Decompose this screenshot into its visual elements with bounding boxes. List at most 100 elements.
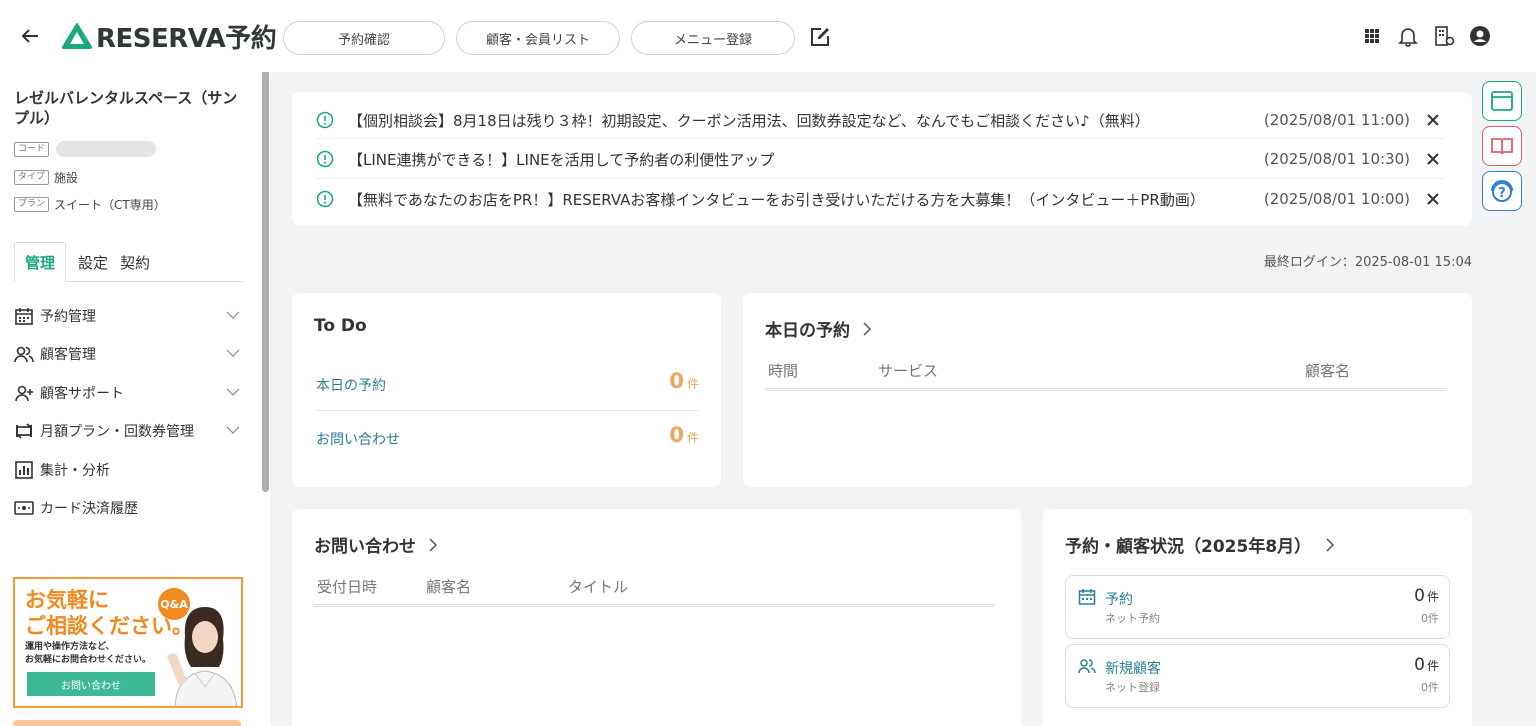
col-title: タイトル: [568, 578, 629, 596]
consultation-banner[interactable]: お気軽に ご相談ください。 Q&A 運用や操作方法など、 お気軽にお問合わせくだ…: [13, 577, 243, 708]
float-browser-button[interactable]: [1482, 81, 1522, 121]
stat-count: 0件: [1414, 586, 1439, 606]
banner-contact-button[interactable]: お問い合わせ: [27, 672, 155, 696]
todo-label[interactable]: 本日の予約: [316, 375, 386, 395]
user-plus-icon: [15, 385, 33, 402]
table-header-divider: [314, 604, 994, 607]
calendar-icon: [1078, 589, 1096, 605]
notice-date: (2025/08/01 11:00): [1263, 111, 1410, 129]
sidebar-item-card-payments[interactable]: カード決済履歴: [14, 493, 246, 523]
tab-manage[interactable]: 管理: [14, 242, 67, 282]
inquiry-card: お問い合わせ 受付日時 顧客名 タイトル: [292, 509, 1021, 726]
sidebar-item-label: 予約管理: [40, 309, 96, 325]
chevron-down-icon: [226, 388, 240, 396]
top-header: RESERVA予約 予約確認 顧客・会員リスト メニュー登録: [0, 0, 1536, 72]
col-customer: 顧客名: [1305, 362, 1351, 380]
sidebar-scrollbar[interactable]: [262, 70, 269, 492]
browser-window-icon: [1491, 91, 1513, 111]
banner-sub2: お気軽にお問合わせください。: [25, 655, 152, 665]
users-icon: [1078, 659, 1096, 674]
chevron-down-icon: [226, 349, 240, 357]
svg-text:?: ?: [1498, 186, 1506, 201]
todo-count-unit: 件: [686, 377, 699, 391]
float-manual-button[interactable]: [1482, 126, 1522, 166]
todo-count-value: 0: [669, 369, 684, 393]
sidebar-item-subscription-management[interactable]: 月額プラン・回数券管理: [14, 416, 246, 446]
sidebar-item-customer-support[interactable]: 顧客サポート: [14, 378, 246, 408]
stat-count-value: 0: [1414, 586, 1425, 606]
stat-count-value: 0: [1414, 655, 1425, 675]
notice-text[interactable]: 【LINE連携ができる！】LINEを活用して予約者の利便性アップ: [348, 149, 774, 170]
col-time: 時間: [768, 362, 799, 380]
back-arrow-icon[interactable]: [18, 24, 42, 48]
close-icon[interactable]: [1426, 152, 1440, 166]
todo-card: To Do 本日の予約 0件 お問い合わせ 0件: [292, 293, 721, 487]
today-title: 本日の予約: [765, 321, 850, 341]
logo-triangle-icon: [62, 23, 92, 49]
nav-customer-list[interactable]: 顧客・会員リスト: [456, 21, 620, 55]
banner-subtext: 運用や操作方法など、 お気軽にお問合わせください。: [25, 641, 151, 667]
stat-reservations[interactable]: 予約 ネット予約 0件 0件: [1065, 575, 1450, 639]
bell-icon[interactable]: [1396, 24, 1420, 48]
calendar-icon: [15, 308, 33, 325]
chevron-right-icon: [429, 538, 437, 552]
stat-sub: ネット登録: [1105, 681, 1160, 694]
sidebar-item-analytics[interactable]: 集計・分析: [14, 455, 246, 485]
sidebar-item-label: 集計・分析: [40, 463, 110, 479]
sidebar-item-reservation-management[interactable]: 予約管理: [14, 301, 246, 331]
notice-text[interactable]: 【個別相談会】8月18日は残り３枠！初期設定、クーポン活用法、回数券設定など、な…: [348, 110, 1150, 131]
close-icon[interactable]: [1426, 113, 1440, 127]
stat-count-unit: 件: [1426, 590, 1439, 604]
account-icon[interactable]: [1468, 24, 1492, 48]
info-circle-icon: [316, 111, 334, 129]
notice-card: 【個別相談会】8月18日は残り３枠！初期設定、クーポン活用法、回数券設定など、な…: [292, 92, 1472, 226]
stat-sub: ネット予約: [1105, 612, 1160, 625]
notice-text[interactable]: 【無料であなたのお店をPR！】RESERVAお客様インタビューをお引き受けいただ…: [348, 189, 1205, 210]
notice-date: (2025/08/01 10:30): [1263, 150, 1410, 168]
brand-logo[interactable]: RESERVA予約: [62, 20, 277, 54]
nav-reservation-check[interactable]: 予約確認: [283, 21, 445, 55]
users-icon: [14, 346, 34, 363]
sidebar-item-customer-management[interactable]: 顧客管理: [14, 339, 246, 369]
status-title-link[interactable]: 予約・顧客状況（2025年8月）: [1065, 532, 1337, 557]
type-value: 施設: [54, 170, 79, 185]
todo-count-value: 0: [669, 423, 684, 447]
table-header-divider: [765, 388, 1445, 391]
edit-icon[interactable]: [808, 25, 832, 49]
close-icon[interactable]: [1426, 192, 1440, 206]
repeat-icon: [15, 423, 33, 439]
col-service: サービス: [878, 362, 939, 380]
todo-count: 0件: [669, 423, 699, 447]
apps-grid-icon[interactable]: [1360, 24, 1384, 48]
float-help-button[interactable]: ?: [1482, 171, 1522, 211]
nav-menu-registration[interactable]: メニュー登録: [631, 21, 795, 55]
status-title: 予約・顧客状況（2025年8月）: [1065, 537, 1312, 557]
code-tag: コード: [14, 141, 50, 157]
notice-item[interactable]: 【無料であなたのお店をPR！】RESERVAお客様インタビューをお引き受けいただ…: [316, 179, 1444, 219]
shop-name: レゼルバレンタルスペース（サンプル）: [14, 89, 238, 127]
notice-item[interactable]: 【個別相談会】8月18日は残り３枠！初期設定、クーポン活用法、回数券設定など、な…: [316, 100, 1444, 140]
shop-code-row: コード: [14, 140, 157, 158]
banner-sub1: 運用や操作方法など、: [25, 642, 115, 652]
tab-settings[interactable]: 設定: [66, 242, 114, 282]
building-settings-icon[interactable]: [1432, 24, 1456, 48]
tab-contract[interactable]: 契約: [114, 242, 156, 282]
inquiry-title-link[interactable]: お問い合わせ: [314, 532, 440, 557]
col-received-at: 受付日時: [317, 578, 378, 596]
todo-label[interactable]: お問い合わせ: [316, 429, 400, 449]
notice-item[interactable]: 【LINE連携ができる！】LINEを活用して予約者の利便性アップ (2025/0…: [316, 139, 1444, 179]
chevron-down-icon: [226, 426, 240, 434]
brand-name: RESERVA予約: [96, 23, 277, 54]
stat-label: 予約: [1105, 592, 1133, 608]
inquiry-title: お問い合わせ: [314, 537, 416, 557]
todo-count: 0件: [669, 369, 699, 393]
col-customer: 顧客名: [426, 578, 472, 596]
sidebar-tabs: 管理 設定 契約: [14, 242, 243, 282]
stat-new-customers[interactable]: 新規顧客 ネット登録 0件 0件: [1065, 644, 1450, 708]
today-title-link[interactable]: 本日の予約: [765, 316, 874, 341]
sidebar-item-label: カード決済履歴: [40, 501, 138, 517]
stat-count-unit: 件: [1426, 659, 1439, 673]
last-login: 最終ログイン：2025-08-01 15:04: [1263, 255, 1472, 270]
stat-sub-count: 0件: [1421, 612, 1439, 625]
code-value-redacted: [56, 141, 157, 157]
